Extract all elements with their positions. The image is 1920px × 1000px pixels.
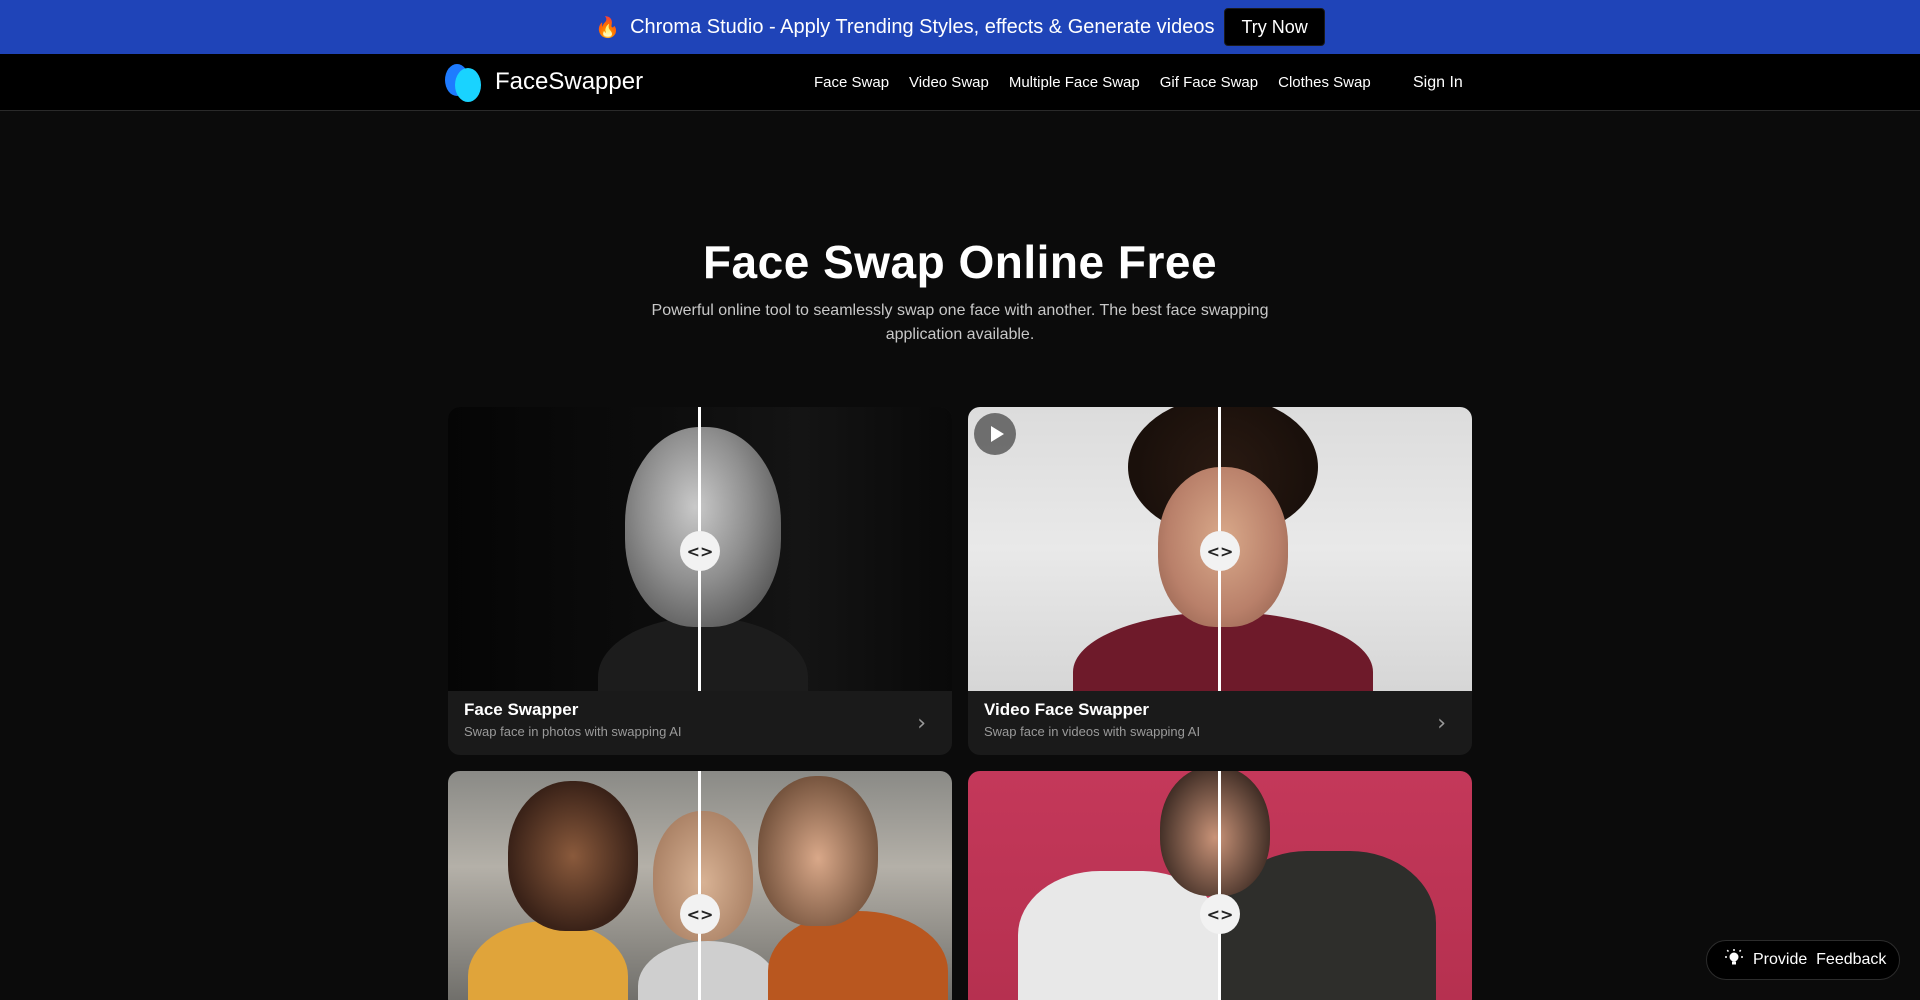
sign-in-link[interactable]: Sign In [1413, 54, 1463, 111]
chevron-right-icon: › [1437, 711, 1446, 736]
logo-icon [445, 62, 483, 102]
clothes-swap-compare-image[interactable]: <> [968, 771, 1472, 1000]
chevron-right-icon: › [917, 711, 926, 736]
card-description: Swap face in photos with swapping AI [464, 724, 682, 739]
compare-divider [1218, 771, 1221, 1000]
page-title: Face Swap Online Free [702, 236, 1218, 288]
hero: Face Swap Online Free Powerful online to… [0, 235, 1920, 347]
compare-slider-handle[interactable]: <> [1200, 894, 1240, 934]
video-swap-compare-image[interactable]: <> [968, 407, 1472, 691]
card-info: Video Face Swapper Swap face in videos w… [968, 691, 1472, 755]
nav-link-face-swap[interactable]: Face Swap [814, 74, 889, 91]
compare-slider-handle[interactable]: <> [680, 531, 720, 571]
card-description: Swap face in videos with swapping AI [984, 724, 1201, 739]
video-face-swapper-card[interactable]: <> Video Face Swapper Swap face in video… [968, 407, 1472, 755]
brand-name: FaceSwapper [495, 68, 644, 95]
face-swap-compare-image[interactable]: <> [448, 407, 952, 691]
brand-logo[interactable]: FaceSwapper [445, 62, 643, 102]
compare-divider [698, 771, 701, 1000]
clothes-swap-card[interactable]: <> [968, 771, 1472, 1000]
card-info: Face Swapper Swap face in photos with sw… [448, 691, 952, 755]
fire-icon: 🔥 [595, 16, 621, 39]
page-subtitle: Powerful online tool to seamlessly swap … [651, 302, 1269, 343]
play-icon[interactable] [974, 413, 1016, 455]
promo-banner: 🔥 Chroma Studio - Apply Trending Styles,… [0, 0, 1920, 54]
card-title: Video Face Swapper [984, 700, 1150, 719]
nav-link-clothes-swap[interactable]: Clothes Swap [1278, 74, 1371, 91]
card-title: Face Swapper [464, 700, 579, 719]
provide-feedback-button[interactable]: Provide Feedback [1706, 940, 1900, 980]
face-swapper-card[interactable]: <> Face Swapper Swap face in photos with… [448, 407, 952, 755]
nav-link-video-swap[interactable]: Video Swap [909, 74, 989, 91]
multiple-face-compare-image[interactable]: <> [448, 771, 952, 1000]
promo-text: Chroma Studio - Apply Trending Styles, e… [630, 15, 1215, 38]
nav-links: Face Swap Video Swap Multiple Face Swap … [814, 54, 1371, 111]
nav-link-gif-face-swap[interactable]: Gif Face Swap [1160, 74, 1258, 91]
feedback-label: Provide Feedback [1753, 951, 1887, 968]
top-nav: FaceSwapper Face Swap Video Swap Multipl… [0, 54, 1920, 111]
compare-slider-handle[interactable]: <> [680, 894, 720, 934]
multiple-face-swap-card[interactable]: <> [448, 771, 952, 1000]
lightbulb-icon [1725, 948, 1743, 972]
try-now-button[interactable]: Try Now [1224, 8, 1325, 46]
nav-link-multiple-face-swap[interactable]: Multiple Face Swap [1009, 74, 1140, 91]
compare-slider-handle[interactable]: <> [1200, 531, 1240, 571]
